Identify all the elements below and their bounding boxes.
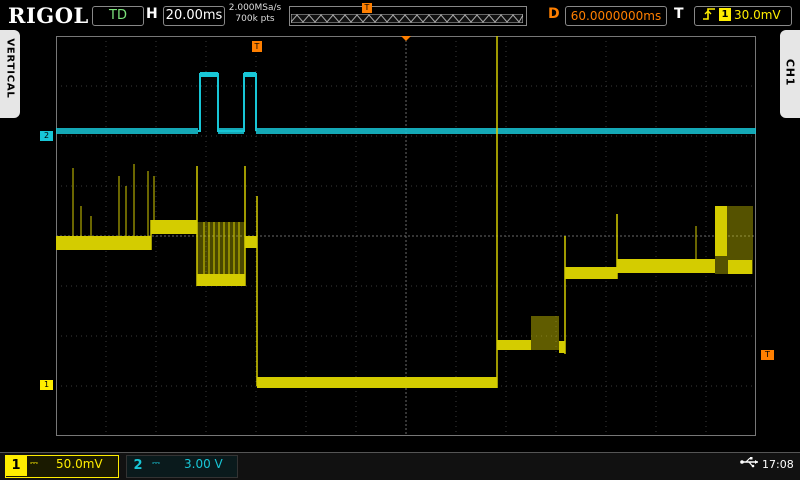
ch1-coupling-icon: ⎓ [30, 458, 38, 469]
ch1-offset-marker[interactable]: 1 [40, 380, 53, 390]
ch2-coupling-icon: ⎓ [152, 458, 160, 469]
channel-tab-label: CH1 [783, 58, 797, 87]
ch2-number: 2 [133, 458, 143, 473]
run-state-badge[interactable]: TD [92, 6, 144, 26]
horizontal-label: H [146, 6, 158, 22]
ch2-scale: 3.00 V [184, 457, 223, 471]
bottom-status-bar [0, 452, 800, 480]
channel-menu-tab[interactable]: CH1 [780, 30, 800, 118]
trigger-position-marker[interactable]: T [252, 41, 262, 52]
usb-icon [740, 456, 760, 472]
delay-label: D [548, 6, 560, 22]
clock: 17:08 [762, 458, 794, 471]
memory-depth: 700k pts [235, 14, 275, 24]
trigger-label: T [674, 6, 684, 22]
ch1-scale: 50.0mV [56, 457, 103, 471]
trigger-source: 1 [719, 8, 731, 21]
vertical-menu-tab[interactable]: VERTICAL [0, 30, 20, 118]
vertical-tab-label: VERTICAL [4, 38, 16, 99]
waveform-display[interactable] [56, 36, 756, 436]
trigger-level-marker[interactable]: T [761, 350, 774, 360]
delay-value[interactable]: 60.0000000ms [565, 6, 667, 26]
sample-rate-info: 2.000MSa/s 700k pts [226, 3, 284, 25]
trigger-level: 30.0mV [734, 8, 781, 22]
sample-rate: 2.000MSa/s [228, 3, 282, 13]
bottom-divider [0, 452, 800, 453]
rising-edge-icon [702, 7, 716, 25]
ch1-number: 1 [5, 455, 27, 476]
ch2-offset-marker[interactable]: 2 [40, 131, 53, 141]
timebase-value[interactable]: 20.00ms [163, 6, 225, 26]
memory-trigger-marker: T [362, 3, 372, 13]
brand-logo: RIGOL [8, 3, 89, 28]
memory-overview-wave [291, 14, 523, 23]
